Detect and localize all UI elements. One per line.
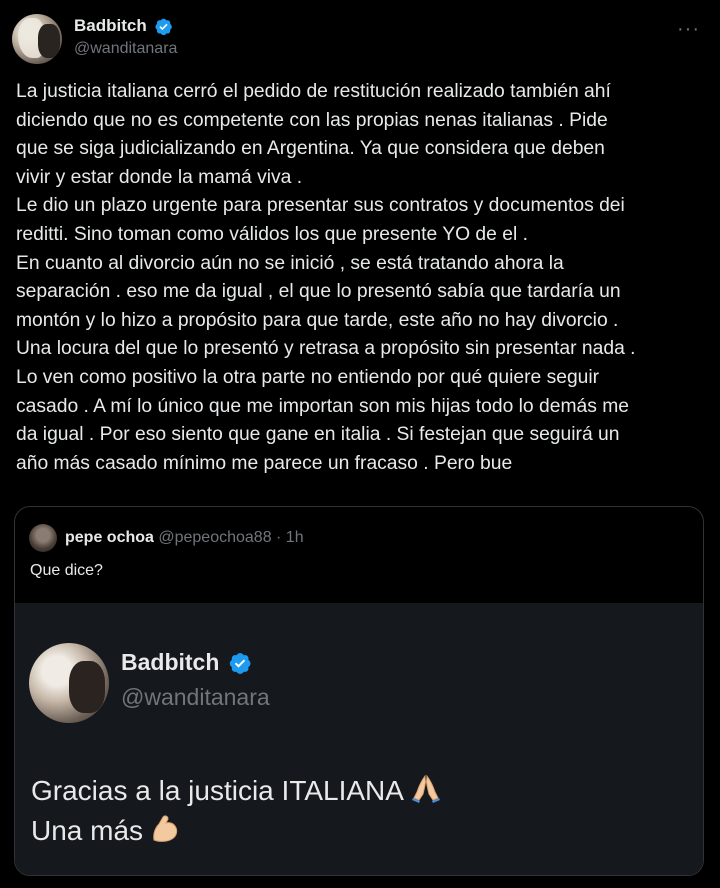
embedded-tweet-text: Gracias a la justicia ITALIANA Una más xyxy=(31,771,442,851)
tweet-line: año más casado mínimo me parece un fraca… xyxy=(16,452,513,474)
embedded-author-handle: @wanditanara xyxy=(121,684,270,710)
quoted-tweet-card[interactable]: pepe ochoa @pepeochoa88 · 1h Que dice? B… xyxy=(14,506,704,876)
tweet-text: La justicia italiana cerró el pedido de … xyxy=(16,78,706,478)
quote-author-name[interactable]: pepe ochoa xyxy=(65,529,154,546)
more-options-icon[interactable]: ··· xyxy=(677,18,700,41)
embedded-tweet-image[interactable]: Badbitch @wanditanara Gracias a la justi… xyxy=(15,603,703,875)
flexed-biceps-emoji-icon xyxy=(153,815,178,842)
folded-hands-emoji-icon xyxy=(411,774,440,803)
tweet-line: Una locura del que lo presentó y retrasa… xyxy=(16,338,636,360)
tweet-line: diciendo que no es competente con las pr… xyxy=(16,109,608,131)
verified-badge-icon xyxy=(229,652,251,674)
embedded-line-1: Gracias a la justicia ITALIANA xyxy=(31,775,404,806)
tweet-line: vivir y estar donde la mamá viva . xyxy=(16,166,303,188)
author-name[interactable]: Badbitch xyxy=(74,16,147,36)
embedded-avatar xyxy=(29,643,109,723)
tweet-line: que se siga judicializando en Argentina.… xyxy=(16,138,605,160)
embedded-author-block: Badbitch @wanditanara xyxy=(121,649,270,711)
embedded-line-2: Una más xyxy=(31,815,144,846)
tweet-line: En cuanto al divorcio aún no se inició ,… xyxy=(16,252,564,274)
author-block[interactable]: Badbitch @wanditanara xyxy=(74,16,177,58)
tweet-line: casado . A mí lo único que me importan s… xyxy=(16,395,630,417)
tweet-line: Lo ven como positivo la otra parte no en… xyxy=(16,366,600,388)
tweet-header: Badbitch @wanditanara ··· xyxy=(12,14,708,66)
author-handle[interactable]: @wanditanara xyxy=(74,40,177,58)
quote-meta: @pepeochoa88 · 1h xyxy=(158,529,304,546)
tweet-line: La justicia italiana cerró el pedido de … xyxy=(16,81,611,102)
tweet-line: separación . eso me da igual , el que lo… xyxy=(16,281,621,303)
quote-avatar[interactable] xyxy=(29,524,57,552)
quote-text: Que dice? xyxy=(30,562,103,579)
tweet-line: montón y lo hizo a propósito para que ta… xyxy=(16,309,619,331)
tweet-line: reditti. Sino toman como válidos los que… xyxy=(16,223,528,245)
embedded-author-name: Badbitch xyxy=(121,649,220,675)
quote-header: pepe ochoa @pepeochoa88 · 1h xyxy=(65,529,304,547)
tweet-line: da igual . Por eso siento que gane en it… xyxy=(16,424,620,446)
avatar[interactable] xyxy=(12,14,62,64)
verified-badge-icon xyxy=(155,18,172,35)
tweet-line: Le dio un plazo urgente para presentar s… xyxy=(16,195,625,217)
